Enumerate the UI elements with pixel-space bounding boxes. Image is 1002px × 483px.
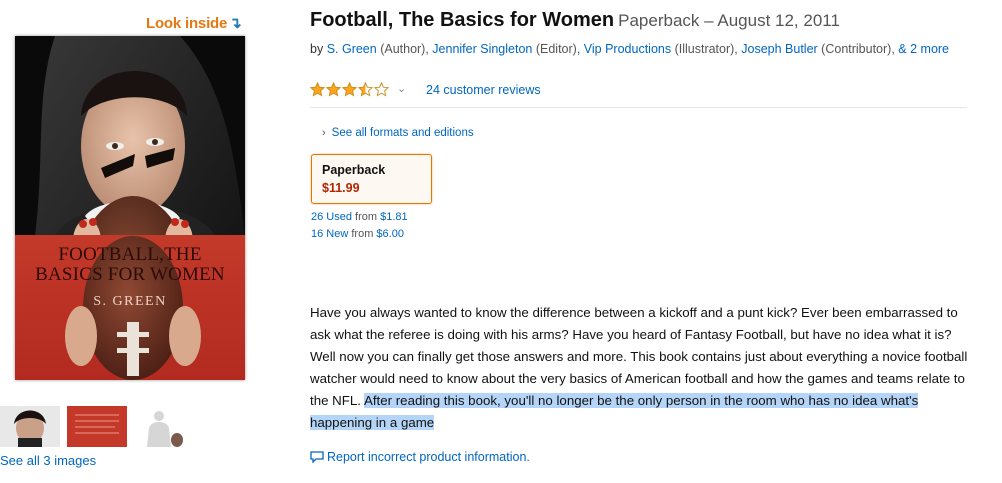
thumbnail-cover[interactable]: [0, 406, 60, 447]
look-inside-label: Look inside: [146, 15, 228, 32]
see-all-formats-toggle[interactable]: › See all formats and editions: [322, 127, 474, 139]
format-option-label: Paperback: [322, 163, 386, 177]
report-incorrect-info-link[interactable]: Report incorrect product information.: [310, 450, 530, 466]
author-link-s-green[interactable]: S. Green: [327, 42, 377, 56]
contributor-role: (Editor),: [532, 42, 584, 56]
cover-title: FOOTBALL,THE BASICS FOR WOMEN: [15, 245, 245, 285]
rating-dropdown-chevron-icon[interactable]: ⌄: [397, 82, 406, 95]
star-icon: [326, 82, 341, 97]
description-selected-text: After reading this book, you'll no longe…: [310, 393, 919, 430]
byline-prefix: by: [310, 42, 327, 56]
report-link-label: Report incorrect product information.: [327, 450, 530, 464]
used-from-text: from: [351, 211, 381, 223]
customer-reviews-link[interactable]: 24 customer reviews: [426, 83, 541, 97]
used-price-link[interactable]: $1.81: [380, 211, 408, 223]
cover-author: S. GREEN: [93, 294, 167, 309]
see-all-formats-label: See all formats and editions: [331, 127, 474, 139]
format-option-price: $11.99: [322, 181, 360, 195]
thumbnail-back-cover[interactable]: [67, 406, 127, 447]
contributor-role: (Contributor),: [817, 42, 899, 56]
used-offers-link[interactable]: 26 Used: [311, 211, 352, 223]
more-contributors-link[interactable]: & 2 more: [898, 42, 949, 56]
contributor-role: (Illustrator),: [671, 42, 742, 56]
thumbnail-interior[interactable]: [133, 406, 193, 447]
look-inside-link[interactable]: Look inside ↴: [146, 14, 242, 32]
star-icon: [358, 82, 373, 97]
look-inside-arrow-icon: ↴: [229, 15, 242, 32]
new-offers-link[interactable]: 16 New: [311, 228, 348, 240]
chevron-right-icon: ›: [322, 127, 326, 139]
thumbnail-back-cover-image: [67, 406, 127, 447]
contributor-role: (Author),: [376, 42, 433, 56]
product-title-line: Football, The Basics for Women Paperback …: [310, 9, 840, 32]
star-icon: [310, 82, 325, 97]
cover-title-line-2: BASICS FOR WOMEN: [35, 264, 225, 285]
new-offers-line: 16 New from $6.00: [311, 228, 404, 240]
star-icon: [374, 82, 389, 97]
star-icon: [342, 82, 357, 97]
new-price-link[interactable]: $6.00: [376, 228, 404, 240]
product-description: Have you always wanted to know the diffe…: [310, 302, 970, 434]
contributor-link-joseph-butler[interactable]: Joseph Butler: [741, 42, 817, 56]
used-offers-line: 26 Used from $1.81: [311, 211, 408, 223]
product-title: Football, The Basics for Women: [310, 9, 615, 31]
cover-title-line-1: FOOTBALL,THE: [58, 244, 202, 265]
thumbnail-cover-image: [0, 406, 60, 447]
format-option-paperback[interactable]: Paperback $11.99: [311, 154, 432, 204]
editor-link-jennifer-singleton[interactable]: Jennifer Singleton: [432, 42, 532, 56]
thumbnail-interior-image: [133, 406, 193, 447]
star-rating[interactable]: [310, 82, 390, 97]
book-cover-image[interactable]: FOOTBALL,THE BASICS FOR WOMEN S. GREEN: [15, 36, 245, 380]
cover-ball-overlay: [65, 236, 201, 380]
see-all-images-link[interactable]: See all 3 images: [0, 453, 96, 468]
byline: by S. Green (Author), Jennifer Singleton…: [310, 40, 960, 59]
illustrator-link-vip-productions[interactable]: Vip Productions: [584, 42, 671, 56]
section-divider: [310, 107, 967, 108]
format-and-date: Paperback – August 12, 2011: [618, 11, 840, 30]
new-from-text: from: [348, 228, 377, 240]
speech-bubble-icon: [310, 451, 324, 466]
